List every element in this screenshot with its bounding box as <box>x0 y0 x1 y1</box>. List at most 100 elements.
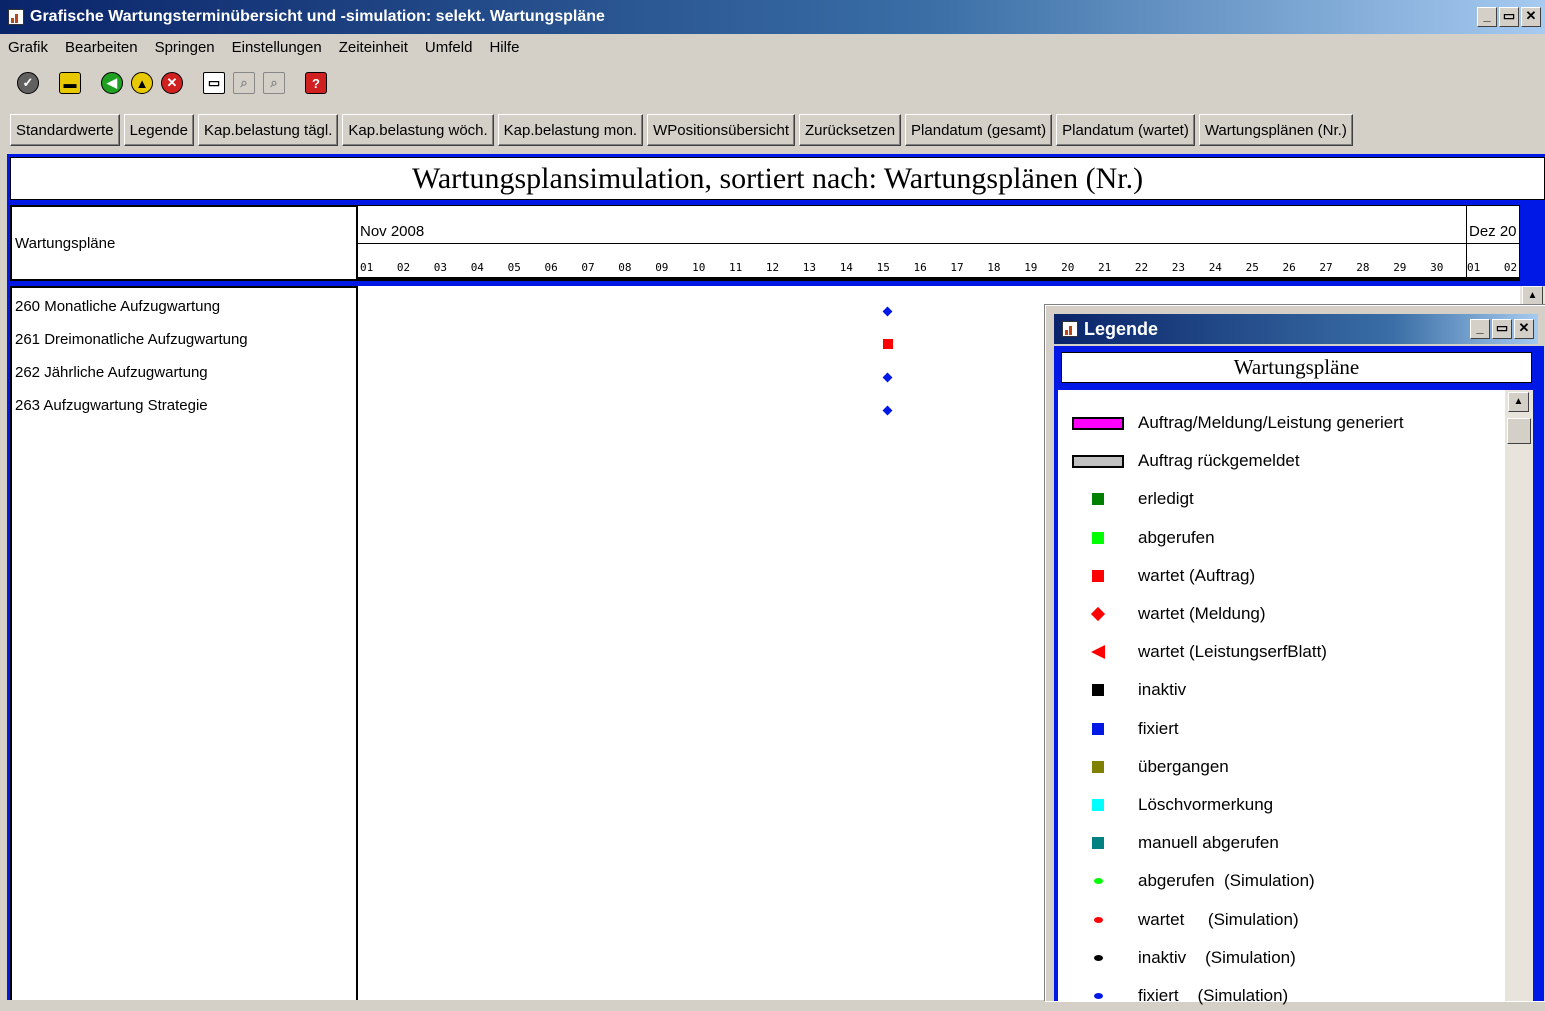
legend-swatch <box>1058 454 1138 468</box>
legend-swatch <box>1058 684 1138 697</box>
legend-item: fixiert (Simulation) <box>1058 981 1505 1011</box>
row-label[interactable]: 260 Monatliche Aufzugwartung <box>15 298 220 315</box>
legend-label: übergangen <box>1138 756 1229 776</box>
menu-zeiteinheit[interactable]: Zeiteinheit <box>339 39 408 56</box>
kap-woechentlich-button[interactable]: Kap.belastung wöch. <box>342 114 494 146</box>
row-label[interactable]: 263 Aufzugwartung Strategie <box>15 397 208 414</box>
sap-graphic-icon <box>8 9 24 25</box>
legend-label: inaktiv <box>1138 680 1187 700</box>
window-title: Grafische Wartungsterminübersicht und -s… <box>30 8 605 25</box>
legend-swatch <box>1058 493 1138 506</box>
legend-scroll-up-arrow-icon[interactable]: ▲ <box>1508 392 1529 412</box>
print-icon[interactable]: ▭ <box>200 69 228 97</box>
row-label[interactable]: 261 Dreimonatliche Aufzugwartung <box>15 331 248 348</box>
legend-label: inaktiv (Simulation) <box>1138 947 1296 967</box>
legend-label: Auftrag rückgemeldet <box>1138 451 1300 471</box>
exit-icon[interactable]: ▲ <box>128 69 156 97</box>
save-icon[interactable]: ▬ <box>56 69 84 97</box>
find-next-icon[interactable]: ⌕ <box>260 69 288 97</box>
menu-bar: Grafik Bearbeiten Springen Einstellungen… <box>0 34 1545 60</box>
legend-titlebar: Legende _ ▭ ✕ <box>1054 314 1538 344</box>
legend-scrollbar[interactable]: ▲ <box>1505 390 1533 1001</box>
menu-umfeld[interactable]: Umfeld <box>425 39 473 56</box>
cancel-icon[interactable]: ✕ <box>158 69 186 97</box>
legend-item: Auftrag/Meldung/Leistung generiert <box>1058 408 1505 438</box>
legend-swatch <box>1058 916 1138 923</box>
legend-item: abgerufen (Simulation) <box>1058 866 1505 896</box>
legend-maximize-button[interactable]: ▭ <box>1492 319 1512 339</box>
day-label: 23 <box>1171 261 1186 274</box>
close-button[interactable]: ✕ <box>1521 7 1541 27</box>
day-label: 16 <box>913 261 927 274</box>
kap-taeglich-button[interactable]: Kap.belastung tägl. <box>197 114 339 146</box>
day-label: 02 <box>396 261 411 274</box>
day-label: 03 <box>433 261 448 274</box>
legend-scroll-thumb[interactable] <box>1507 418 1531 444</box>
day-label: 21 <box>1098 261 1112 274</box>
wpositionsuebersicht-button[interactable]: WPositionsübersicht <box>647 114 795 146</box>
check-icon[interactable]: ✓ <box>14 69 42 97</box>
legend-label: wartet (Auftrag) <box>1138 565 1256 585</box>
legend-item: wartet (Auftrag) <box>1058 561 1505 591</box>
legend-swatch <box>1058 837 1138 850</box>
legend-window: Legende _ ▭ ✕ Wartungspläne Auftrag/Meld… <box>1045 305 1545 1005</box>
application-toolbar: Standardwerte Legende Kap.belastung tägl… <box>10 114 1357 148</box>
day-label: 24 <box>1208 261 1222 274</box>
schedule-marker[interactable] <box>882 306 893 316</box>
plandatum-wartet-button[interactable]: Plandatum (wartet) <box>1056 114 1195 146</box>
day-label: 01 <box>360 261 374 274</box>
day-label: 06 <box>544 261 558 274</box>
legend-item: wartet (LeistungserfBlatt) <box>1058 637 1505 667</box>
day-label: 19 <box>1024 261 1038 274</box>
legend-item: inaktiv <box>1058 675 1505 705</box>
day-label: 17 <box>950 261 964 274</box>
day-label: 14 <box>839 261 853 274</box>
find-icon[interactable]: ⌕ <box>230 69 258 97</box>
kap-monatlich-button[interactable]: Kap.belastung mon. <box>497 114 644 146</box>
back-icon[interactable]: ◀ <box>98 69 126 97</box>
menu-einstellungen[interactable]: Einstellungen <box>232 39 322 56</box>
schedule-marker[interactable] <box>882 405 893 415</box>
legend-minimize-button[interactable]: _ <box>1470 319 1490 339</box>
legend-close-button[interactable]: ✕ <box>1514 319 1534 339</box>
legend-item: Auftrag rückgemeldet <box>1058 446 1505 476</box>
menu-springen[interactable]: Springen <box>155 39 215 56</box>
day-label: 09 <box>655 261 669 274</box>
day-label: 04 <box>470 261 484 274</box>
legend-swatch <box>1058 878 1138 885</box>
row-label[interactable]: 262 Jährliche Aufzugwartung <box>15 364 208 381</box>
plandatum-gesamt-button[interactable]: Plandatum (gesamt) <box>905 114 1053 146</box>
legend-swatch <box>1058 416 1138 430</box>
day-label: 07 <box>581 261 595 274</box>
schedule-marker[interactable] <box>882 372 893 382</box>
legende-button[interactable]: Legende <box>123 114 194 146</box>
legend-swatch <box>1058 954 1138 961</box>
legend-item: Löschvormerkung <box>1058 790 1505 820</box>
scroll-up-arrow-icon[interactable]: ▲ <box>1522 286 1543 306</box>
menu-grafik[interactable]: Grafik <box>8 39 48 56</box>
day-label: 28 <box>1356 261 1370 274</box>
restore-button[interactable]: ▭ <box>1499 7 1519 27</box>
legend-label: manuell abgerufen <box>1138 833 1279 853</box>
legend-item: wartet (Meldung) <box>1058 599 1505 629</box>
legend-item: fixiert <box>1058 714 1505 744</box>
standardwerte-button[interactable]: Standardwerte <box>10 114 120 146</box>
legend-list: Auftrag/Meldung/Leistung generiert Auftra… <box>1058 390 1505 1005</box>
header-divider <box>358 243 1519 244</box>
menu-bearbeiten[interactable]: Bearbeiten <box>65 39 138 56</box>
legend-swatch <box>1058 993 1138 999</box>
legend-swatch <box>1058 760 1138 773</box>
zuruecksetzen-button[interactable]: Zurücksetzen <box>799 114 902 146</box>
legend-label: wartet (LeistungserfBlatt) <box>1138 642 1327 662</box>
help-icon[interactable]: ? <box>302 69 330 97</box>
day-label: 18 <box>987 261 1001 274</box>
legend-item: abgerufen <box>1058 523 1505 553</box>
day-label: 22 <box>1134 261 1149 274</box>
minimize-button[interactable]: _ <box>1477 7 1497 27</box>
day-label: 08 <box>618 261 632 274</box>
wartungsplaenen-nr-button[interactable]: Wartungsplänen (Nr.) <box>1198 114 1353 146</box>
legend-swatch <box>1058 645 1138 660</box>
schedule-marker[interactable] <box>882 339 893 349</box>
legend-item: inaktiv (Simulation) <box>1058 943 1505 973</box>
menu-hilfe[interactable]: Hilfe <box>489 39 519 56</box>
